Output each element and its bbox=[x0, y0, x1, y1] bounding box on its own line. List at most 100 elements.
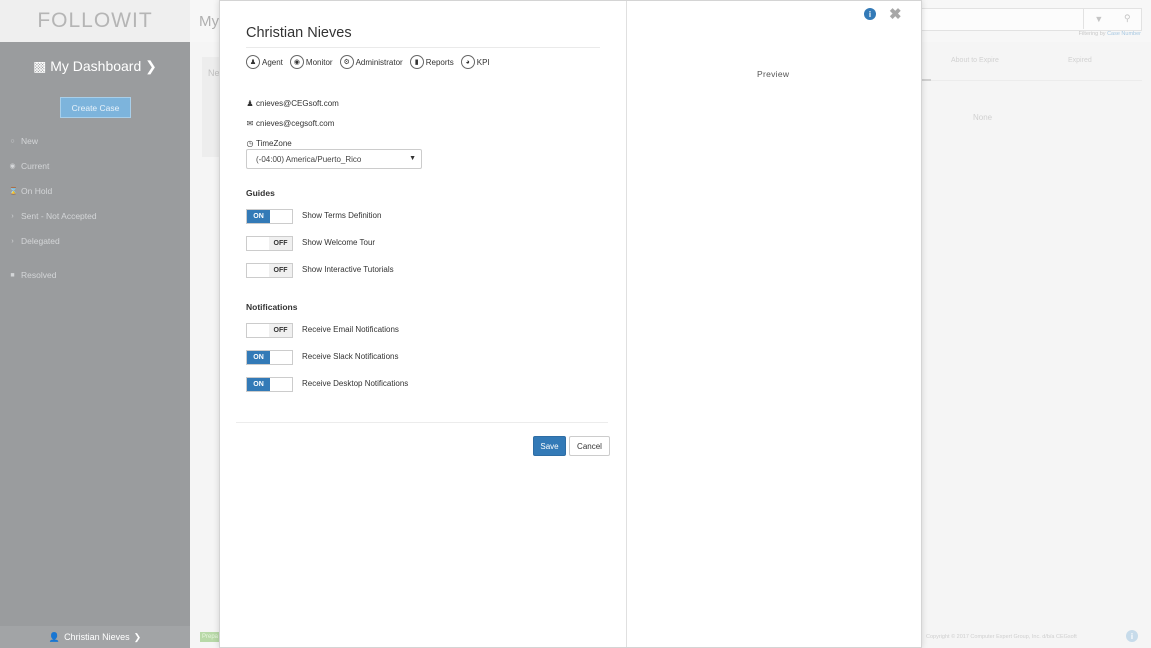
role-label: Monitor bbox=[305, 57, 333, 67]
circle-outline-icon: ○ bbox=[10, 137, 15, 145]
toggle-email-notifications[interactable]: OFF bbox=[246, 323, 293, 338]
dashboard-title[interactable]: ▩ My Dashboard ❯ bbox=[0, 58, 190, 75]
bar-chart-icon: ▮ bbox=[409, 55, 424, 69]
chevron-right-icon: › bbox=[11, 237, 14, 245]
hourglass-icon: ⌛ bbox=[9, 187, 18, 195]
logo-bar: FOLLOWIT bbox=[0, 0, 190, 42]
timezone-value: (-04:00) America/Puerto_Rico bbox=[256, 154, 362, 164]
sidebar-item-on-hold[interactable]: ⌛ On Hold bbox=[9, 186, 52, 196]
info-icon[interactable]: i bbox=[864, 8, 876, 20]
timezone-label: TimeZone bbox=[256, 139, 292, 148]
info-icon[interactable]: i bbox=[1126, 630, 1138, 642]
user-icon: ♟ bbox=[246, 55, 260, 69]
status-badge: Prepa bbox=[200, 632, 221, 642]
tab-indicator bbox=[922, 79, 931, 81]
role-reports: ▮ Reports bbox=[409, 55, 454, 69]
toggle-label: Receive Slack Notifications bbox=[302, 352, 399, 361]
toggle-label: Show Welcome Tour bbox=[302, 238, 376, 247]
footer-divider bbox=[236, 422, 608, 423]
sidebar-item-sent-not-accepted[interactable]: › Sent - Not Accepted bbox=[9, 211, 97, 221]
toggle-state: ON bbox=[247, 210, 270, 223]
sidebar-item-label: Resolved bbox=[21, 270, 57, 280]
cancel-button[interactable]: Cancel bbox=[569, 436, 610, 456]
column-expired[interactable]: Expired bbox=[1068, 57, 1092, 64]
page-title: My bbox=[199, 13, 219, 30]
create-case-button[interactable]: Create Case bbox=[60, 97, 131, 118]
chevron-right-icon: ❯ bbox=[145, 58, 157, 74]
envelope-icon: ✉ bbox=[246, 119, 254, 128]
role-list: ♟ Agent ◉ Monitor ⚙ Administrator ▮ Repo… bbox=[246, 55, 490, 69]
username-value: cnieves@CEGsoft.com bbox=[256, 99, 339, 108]
filter-hint: Filtering by Case Number bbox=[1079, 31, 1141, 37]
sidebar-item-delegated[interactable]: › Delegated bbox=[9, 236, 60, 246]
toggle-welcome-tour[interactable]: OFF bbox=[246, 236, 293, 251]
toggle-state: OFF bbox=[269, 237, 292, 250]
role-label: Reports bbox=[425, 57, 454, 67]
profile-name: Christian Nieves bbox=[246, 25, 352, 41]
sidebar: FOLLOWIT ▩ My Dashboard ❯ Create Case ○ … bbox=[0, 0, 190, 648]
toggle-terms-definition[interactable]: ON bbox=[246, 209, 293, 224]
role-label: Agent bbox=[262, 57, 283, 67]
filter-icon[interactable]: ▼ bbox=[1094, 14, 1103, 24]
square-icon: ■ bbox=[10, 271, 15, 279]
chevron-right-icon: › bbox=[11, 212, 14, 220]
preview-heading: Preview bbox=[757, 69, 790, 79]
user-profile-modal: Christian Nieves ♟ Agent ◉ Monitor ⚙ Adm… bbox=[219, 0, 922, 648]
column-about-to-expire[interactable]: About to Expire bbox=[951, 57, 999, 64]
caret-down-icon: ▼ bbox=[409, 155, 416, 162]
username-line: ♟ cnieves@CEGsoft.com bbox=[246, 99, 339, 108]
modal-divider bbox=[626, 1, 627, 647]
sidebar-item-new[interactable]: ○ New bbox=[9, 136, 38, 146]
sidebar-item-resolved[interactable]: ■ Resolved bbox=[9, 270, 56, 280]
role-label: Administrator bbox=[355, 57, 403, 67]
toggle-state: ON bbox=[247, 378, 270, 391]
search-controls: ▼ ⚲ bbox=[1083, 8, 1141, 29]
user-name: Christian Nieves bbox=[64, 632, 130, 642]
toggle-slack-notifications[interactable]: ON bbox=[246, 350, 293, 365]
empty-state: None bbox=[973, 113, 993, 122]
sidebar-item-label: New bbox=[21, 136, 39, 146]
role-administrator: ⚙ Administrator bbox=[339, 55, 403, 69]
toggle-label: Receive Email Notifications bbox=[302, 325, 399, 334]
filter-hint-link[interactable]: Case Number bbox=[1107, 31, 1141, 37]
copyright: Copyright © 2017 Computer Expert Group, … bbox=[926, 634, 1077, 640]
tab-divider bbox=[922, 80, 1142, 81]
role-kpi: ◕ KPI bbox=[460, 55, 490, 69]
role-monitor: ◉ Monitor bbox=[289, 55, 333, 69]
role-agent: ♟ Agent bbox=[246, 55, 283, 69]
toggle-desktop-notifications[interactable]: ON bbox=[246, 377, 293, 392]
toggle-state: OFF bbox=[269, 264, 292, 277]
save-button[interactable]: Save bbox=[533, 436, 566, 456]
toggle-label: Receive Desktop Notifications bbox=[302, 379, 409, 388]
case-card-label: Ne bbox=[208, 68, 220, 78]
email-value: cnieves@cegsoft.com bbox=[256, 119, 335, 128]
toggle-state: OFF bbox=[269, 324, 292, 337]
search-icon[interactable]: ⚲ bbox=[1124, 13, 1131, 24]
sidebar-item-label: Delegated bbox=[21, 236, 60, 246]
chevron-right-icon: ❯ bbox=[133, 631, 142, 642]
guides-heading: Guides bbox=[246, 188, 275, 198]
clock-icon: ◷ bbox=[246, 139, 254, 148]
timezone-label-line: ◷ TimeZone bbox=[246, 139, 292, 148]
notifications-heading: Notifications bbox=[246, 302, 298, 312]
dot-circle-icon: ◉ bbox=[9, 162, 16, 170]
toggle-interactive-tutorials[interactable]: OFF bbox=[246, 263, 293, 278]
eye-icon: ◉ bbox=[289, 55, 304, 69]
toggle-label: Show Terms Definition bbox=[302, 211, 382, 220]
timezone-select[interactable]: (-04:00) America/Puerto_Rico ▼ bbox=[246, 149, 422, 169]
sidebar-item-label: On Hold bbox=[21, 186, 53, 196]
email-line: ✉ cnieves@cegsoft.com bbox=[246, 119, 335, 128]
pie-chart-icon: ◕ bbox=[460, 55, 475, 69]
role-label: KPI bbox=[476, 57, 490, 67]
toggle-state: ON bbox=[247, 351, 270, 364]
user-icon: ♟ bbox=[246, 99, 254, 108]
toggle-label: Show Interactive Tutorials bbox=[302, 265, 394, 274]
sidebar-item-current[interactable]: ◉ Current bbox=[9, 161, 49, 171]
dashboard-title-label: My Dashboard bbox=[50, 58, 142, 74]
app-logo[interactable]: FOLLOWIT bbox=[37, 9, 152, 33]
sidebar-item-label: Sent - Not Accepted bbox=[21, 211, 97, 221]
inbox-icon: ▩ bbox=[33, 58, 47, 74]
sidebar-item-label: Current bbox=[21, 161, 50, 171]
user-menu[interactable]: 👤 Christian Nieves ❯ bbox=[0, 626, 190, 648]
close-icon[interactable]: ✖ bbox=[889, 5, 902, 23]
